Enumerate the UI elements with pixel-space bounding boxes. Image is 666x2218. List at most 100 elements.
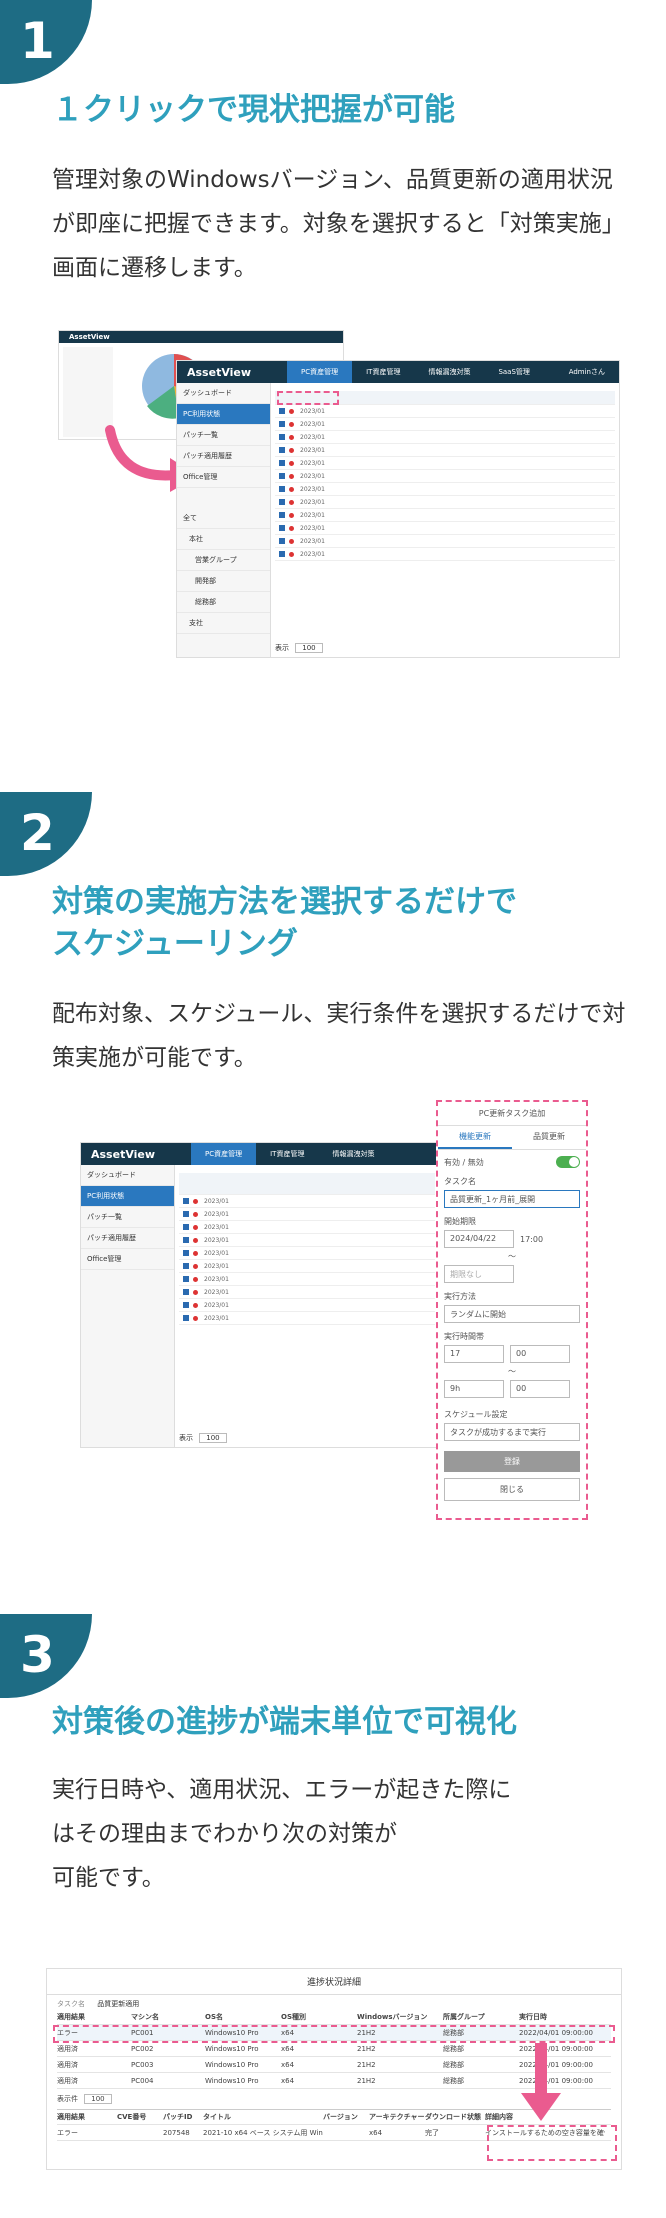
pc-status-screenshot: AssetView PC資産管理 IT資産管理 情報漏洩対策 SaaS管理 Ad… [176,360,620,658]
table-row[interactable]: 2023/01 [275,522,615,535]
task-name-input[interactable]: 品質更新_1ヶ月前_展開 [444,1190,580,1208]
table-row[interactable]: 2023/01 [179,1273,435,1286]
assetview-logo: AssetView [187,365,252,379]
table-row[interactable]: 2023/01 [179,1286,435,1299]
enable-label: 有効 / 無効 [444,1157,484,1167]
tree-item[interactable]: 支社 [177,613,270,634]
sidebar-item-patch-list[interactable]: パッチ一覧 [81,1207,174,1228]
table-row[interactable]: 2023/01 [275,405,615,418]
tree-item[interactable]: 総務部 [177,592,270,613]
tree-item[interactable]: 開発部 [177,571,270,592]
table-row[interactable]: 2023/01 [179,1299,435,1312]
sidebar-item-pc-status[interactable]: PC利用状態 [81,1186,174,1207]
table-row[interactable]: 2023/01 [275,470,615,483]
table-row[interactable]: 2023/01 [275,496,615,509]
tilde-separator: 〜 [508,1367,516,1376]
table-row[interactable]: 2023/01 [275,444,615,457]
down-arrow-icon [521,2043,561,2121]
minute-select-2[interactable]: 00 [510,1380,570,1398]
table-row[interactable]: 2023/01 [275,483,615,496]
exec-method-label: 実行方法 [444,1292,476,1301]
page-size-select[interactable]: 100 [84,2094,112,2104]
task-label: タスク名 [57,2000,85,2008]
close-button[interactable]: 閉じる [444,1478,580,1501]
hour-select-2[interactable]: 9h [444,1380,504,1398]
start-date-input[interactable]: 2024/04/22 [444,1230,514,1248]
footer-label: 表示件 [57,2095,78,2103]
detail-highlight [487,2125,617,2161]
assetview-logo: AssetView [91,1147,156,1161]
tab-leak[interactable]: 情報漏洩対策 [318,1143,388,1165]
tilde-separator: 〜 [508,1252,516,1261]
tab-saas[interactable]: SaaS管理 [484,361,543,383]
table-row[interactable]: 2023/01 [275,457,615,470]
sidebar-item-patch-history[interactable]: パッチ適用履歴 [177,446,270,467]
pc-table: 2023/01 2023/01 2023/01 2023/01 2023/01 … [275,391,615,637]
highlight-box [277,391,339,405]
section-2-body: 配布対象、スケジュール、実行条件を選択するだけで対策実施が可能です。 [52,1001,626,1071]
exec-method-select[interactable]: ランダムに開始 [444,1305,580,1323]
tree-item[interactable]: 営業グループ [177,550,270,571]
minute-select-1[interactable]: 00 [510,1345,570,1363]
tab-quality-update[interactable]: 品質更新 [512,1126,586,1149]
task-name-label: タスク名 [444,1177,476,1186]
footer-label: 表示 [179,1434,193,1442]
tree-item[interactable]: 本社 [177,529,270,550]
step-badge-2: 2 [0,792,92,876]
time-window-label: 実行時間帯 [444,1332,484,1341]
task-add-panel: PC更新タスク追加 機能更新 品質更新 有効 / 無効 タスク名 品質更新_1ヶ… [436,1100,588,1520]
step-badge-1: 1 [0,0,92,84]
section-1-heading: １クリックで現状把握が可能 [52,92,455,128]
schedule-label: スケジュール設定 [444,1410,508,1419]
end-date-input[interactable]: 期限なし [444,1265,514,1283]
tree-item[interactable]: 全て [177,508,270,529]
schedule-select[interactable]: タスクが成功するまで実行 [444,1423,580,1441]
section-2-heading-line2: スケジューリング [52,926,298,962]
table-row[interactable]: 2023/01 [275,418,615,431]
tab-feature-update[interactable]: 機能更新 [438,1126,512,1149]
tab-leak[interactable]: 情報漏洩対策 [414,361,484,383]
section-3-heading: 対策後の進捗が端末単位で可視化 [52,1704,517,1740]
sidebar: ダッシュボード PC利用状態 パッチ一覧 パッチ適用履歴 Office管理 全て… [177,383,271,657]
table-row[interactable]: 2023/01 [179,1312,435,1325]
tab-it-asset[interactable]: IT資産管理 [256,1143,318,1165]
section-3-body-line3: 可能です。 [52,1865,165,1891]
enable-toggle[interactable] [556,1156,580,1168]
submit-button[interactable]: 登録 [444,1451,580,1472]
table-row[interactable]: 2023/01 [179,1260,435,1273]
step-badge-3: 3 [0,1614,92,1698]
start-label: 開始期限 [444,1217,476,1226]
error-row-highlight [53,2025,615,2043]
table-row[interactable]: 2023/01 [275,509,615,522]
user-name[interactable]: Adminさん [555,361,619,383]
table-row[interactable]: 2023/01 [179,1208,435,1221]
table-row[interactable]: 2023/01 [179,1195,435,1208]
table-row[interactable]: 2023/01 [179,1234,435,1247]
sidebar-item-dashboard[interactable]: ダッシュボード [177,383,270,404]
pc-table: 2023/01 2023/01 2023/01 2023/01 2023/01 … [179,1173,435,1427]
tab-it-asset[interactable]: IT資産管理 [352,361,414,383]
table-row[interactable]: 2023/01 [275,431,615,444]
sidebar-item-patch-history[interactable]: パッチ適用履歴 [81,1228,174,1249]
page-size-select[interactable]: 100 [199,1433,227,1443]
progress-screenshot: 進捗状況詳細 タスク名 品質更新適用 適用結果 マシン名 OS名 OS種別 Wi… [46,1968,622,2170]
tab-pc-asset[interactable]: PC資産管理 [191,1143,257,1165]
table-row[interactable]: 2023/01 [275,548,615,561]
sidebar-item-dashboard[interactable]: ダッシュボード [81,1165,174,1186]
task-screenshot: AssetView PC資産管理 IT資産管理 情報漏洩対策 ダッシュボード P… [80,1142,440,1448]
section-1-body: 管理対象のWindowsバージョン、品質更新の適用状況が即座に把握できます。対象… [52,167,625,281]
sidebar-item-office[interactable]: Office管理 [81,1249,174,1270]
hour-select-1[interactable]: 17 [444,1345,504,1363]
sidebar-item-pc-status[interactable]: PC利用状態 [177,404,270,425]
section-3-body-line1: 実行日時や、適用状況、エラーが起きた際に [52,1777,512,1803]
table-row[interactable]: 2023/01 [275,535,615,548]
start-time-value[interactable]: 17:00 [520,1235,543,1244]
table-row[interactable]: 2023/01 [179,1247,435,1260]
progress-title: 進捗状況詳細 [47,1969,621,1995]
page-size-select[interactable]: 100 [295,643,323,653]
sidebar-item-office[interactable]: Office管理 [177,467,270,488]
sidebar-item-patch-list[interactable]: パッチ一覧 [177,425,270,446]
table-row[interactable]: 2023/01 [179,1221,435,1234]
tab-pc-asset[interactable]: PC資産管理 [287,361,353,383]
section-3-body-line2: はその理由までわかり次の対策が [52,1821,397,1847]
